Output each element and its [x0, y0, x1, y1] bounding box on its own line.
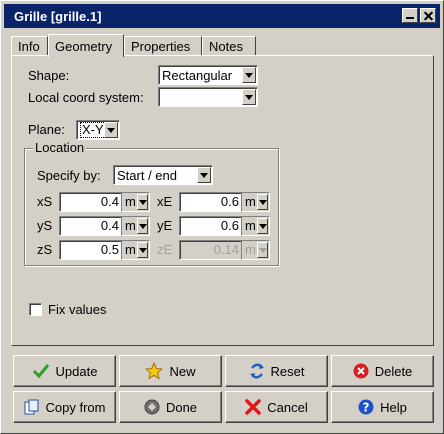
reset-arrows-icon [249, 363, 264, 379]
delete-icon [353, 363, 369, 379]
dialog-window: Grille [grille.1] Info Geometry Properti… [0, 0, 444, 434]
help-label: Help [380, 399, 407, 415]
star-icon [145, 362, 164, 380]
tab-properties[interactable]: Properties [124, 36, 202, 56]
specify-by-select[interactable]: Start / end [113, 165, 213, 185]
tab-geometry-label: Geometry [55, 38, 113, 54]
ye-unit: m [245, 218, 256, 233]
done-label: Done [165, 399, 198, 415]
xe-input[interactable]: 0.6 [179, 192, 243, 212]
plane-value: X-Y [80, 122, 106, 138]
zs-label: zS [37, 242, 53, 257]
cancel-button[interactable]: Cancel [225, 391, 328, 423]
plane-select[interactable]: X-Y [76, 120, 120, 140]
shape-label: Shape: [28, 68, 70, 83]
ys-unit-select[interactable]: m [121, 216, 150, 236]
geometry-panel: Shape: Rectangular Local coord system: P… [11, 55, 434, 346]
fix-values-label[interactable]: Fix values [48, 302, 107, 317]
close-button[interactable] [420, 8, 436, 23]
chevron-down-icon[interactable] [242, 89, 256, 105]
copy-icon [24, 399, 39, 415]
copy-from-label: Copy from [45, 399, 106, 415]
xs-unit: m [125, 194, 136, 209]
chevron-down-icon[interactable] [242, 67, 256, 83]
location-group: Location Specify by: Start / end xS 0.4 … [24, 140, 279, 266]
ys-unit: m [125, 218, 136, 233]
title-bar[interactable]: Grille [grille.1] [4, 4, 440, 28]
tab-geometry[interactable]: Geometry [48, 34, 124, 57]
reset-label: Reset [270, 363, 305, 379]
xs-label: xS [37, 194, 53, 209]
title-bar-buttons [402, 8, 436, 23]
specify-by-value: Start / end [117, 167, 177, 183]
cancel-x-icon [245, 399, 262, 415]
tab-info[interactable]: Info [11, 36, 48, 56]
local-coord-system-label: Local coord system: [28, 90, 144, 105]
checkmark-icon [32, 364, 49, 379]
minimize-button[interactable] [402, 8, 418, 23]
ze-label: zE [157, 242, 173, 257]
zs-unit-select[interactable]: m [121, 240, 150, 260]
fix-values-checkbox[interactable] [29, 303, 42, 316]
ys-label: yS [37, 218, 53, 233]
chevron-down-icon[interactable] [137, 218, 148, 234]
update-button[interactable]: Update [13, 355, 116, 387]
window-title: Grille [grille.1] [14, 8, 102, 24]
svg-text:?: ? [363, 401, 370, 415]
ze-unit: m [245, 242, 256, 257]
done-icon [144, 399, 160, 415]
specify-by-label: Specify by: [37, 168, 101, 183]
chevron-down-icon [257, 242, 268, 258]
copy-from-button[interactable]: Copy from [13, 391, 116, 423]
update-label: Update [55, 363, 98, 379]
tab-info-label: Info [18, 39, 40, 54]
tab-properties-label: Properties [131, 39, 191, 54]
ys-input[interactable]: 0.4 [59, 216, 123, 236]
delete-label: Delete [374, 363, 413, 379]
new-label: New [169, 363, 196, 379]
chevron-down-icon[interactable] [257, 218, 268, 234]
chevron-down-icon[interactable] [104, 122, 118, 138]
xs-unit-select[interactable]: m [121, 192, 150, 212]
done-button[interactable]: Done [119, 391, 222, 423]
chevron-down-icon[interactable] [137, 242, 148, 258]
chevron-down-icon[interactable] [257, 194, 268, 210]
chevron-down-icon[interactable] [137, 194, 148, 210]
chevron-down-icon[interactable] [197, 167, 211, 183]
new-button[interactable]: New [119, 355, 222, 387]
zs-input[interactable]: 0.5 [59, 240, 123, 260]
tab-notes-label: Notes [209, 39, 243, 54]
ye-unit-select[interactable]: m [241, 216, 270, 236]
cancel-label: Cancel [267, 399, 308, 415]
help-icon: ? [358, 399, 374, 415]
help-button[interactable]: ? Help [331, 391, 434, 423]
tab-notes[interactable]: Notes [202, 36, 256, 56]
xs-input[interactable]: 0.4 [59, 192, 123, 212]
ze-input: 0.14 [179, 240, 243, 260]
shape-value: Rectangular [162, 67, 233, 83]
xe-unit-select[interactable]: m [241, 192, 270, 212]
zs-unit: m [125, 242, 136, 257]
shape-select[interactable]: Rectangular [158, 65, 258, 85]
ze-unit-select: m [241, 240, 270, 260]
xe-label: xE [157, 194, 173, 209]
ye-input[interactable]: 0.6 [179, 216, 243, 236]
local-coord-system-select[interactable] [158, 87, 258, 107]
ye-label: yE [157, 218, 173, 233]
delete-button[interactable]: Delete [331, 355, 434, 387]
location-legend: Location [33, 140, 87, 155]
xe-unit: m [245, 194, 256, 209]
plane-label: Plane: [28, 122, 65, 137]
reset-button[interactable]: Reset [225, 355, 328, 387]
